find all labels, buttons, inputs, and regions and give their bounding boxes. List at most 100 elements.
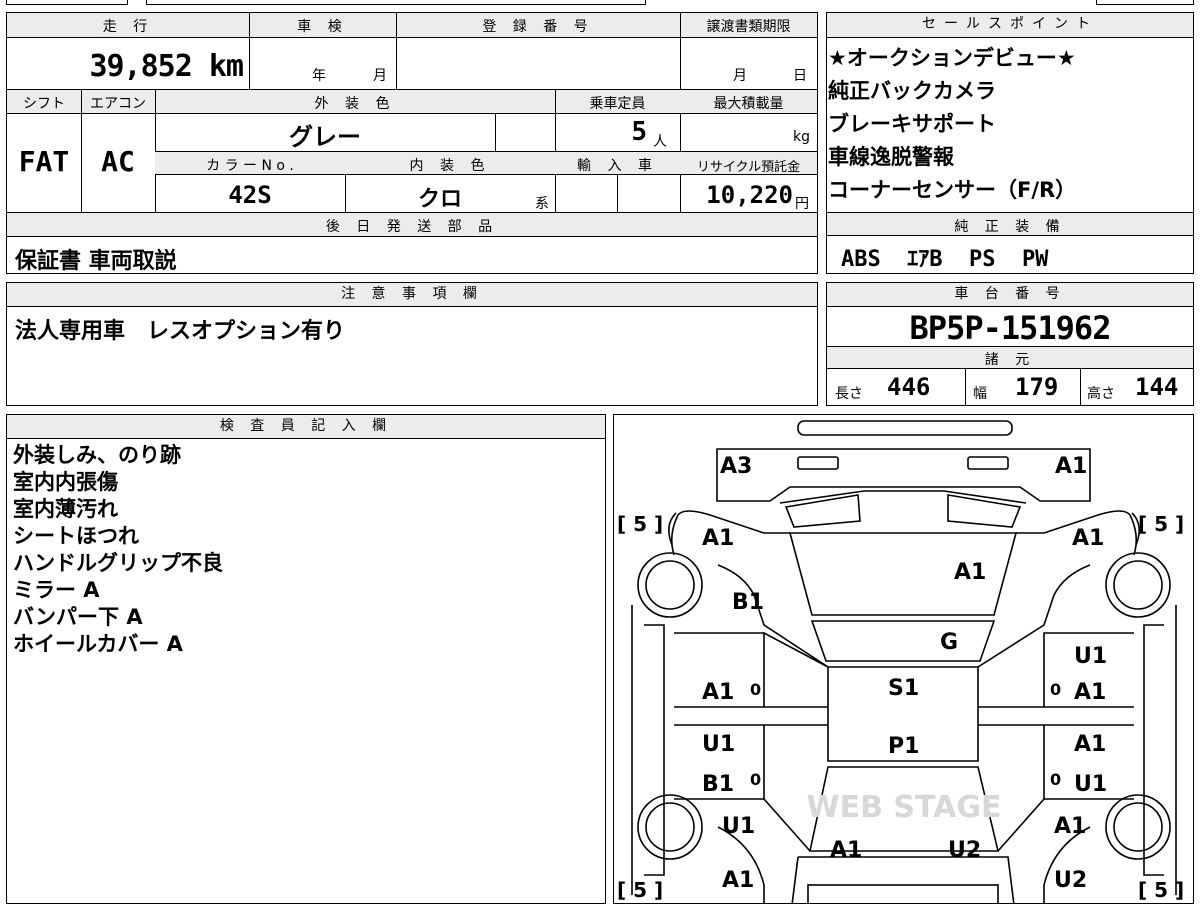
sales-points-header: セールスポイント xyxy=(827,13,1193,38)
mark-front-door-right-top: A1 xyxy=(1074,732,1106,757)
notes-box: 注 意 事 項 欄 法人専用車 レスオプション有り xyxy=(6,282,818,406)
car-diagram-svg: WEB STAGE [ 5 ] [ 5 ] [ 5 ] [ 5 ] A3 A1 … xyxy=(617,420,1184,903)
mark-rear-door-right: A1 xyxy=(1074,680,1106,705)
mark-zero: 0 xyxy=(750,770,761,789)
inspector-line: シートほつれ xyxy=(13,524,139,548)
tire-rear-left: [ 5 ] xyxy=(617,878,663,902)
mark-rear-fender-right: A1 xyxy=(1072,526,1104,551)
inspector-line: ミラー A xyxy=(13,578,100,602)
height-value: 144 xyxy=(1135,373,1179,401)
mark-zero: 0 xyxy=(1050,680,1061,699)
mark-rear-pillar-left: B1 xyxy=(732,590,764,615)
length-label: 長さ xyxy=(835,386,863,402)
width-label: 幅 xyxy=(973,386,987,402)
shift-value: FAT xyxy=(18,145,70,178)
chassis-value: BP5P-151962 xyxy=(909,309,1112,347)
capacity-value: 5 xyxy=(631,117,647,147)
inspector-lines: 外装しみ、のり跡 室内内張傷 室内薄汚れ シートほつれ ハンドルグリップ不良 ミ… xyxy=(13,442,223,658)
mark-front-fender-right: A1 xyxy=(1054,814,1086,839)
deadline-header: 譲渡書類期限 xyxy=(706,19,791,35)
tire-front-left: [ 5 ] xyxy=(617,512,663,536)
mark-front-door-right: U1 xyxy=(1074,772,1107,797)
sales-points-box: セールスポイント ★オークションデビュー★ 純正バックカメラ ブレーキサポート … xyxy=(826,12,1194,274)
info-table: 走 行 車 検 登 録 番 号 譲渡書類期限 39,852 km 年 月 月 日… xyxy=(6,12,818,274)
inspection-header: 車 検 xyxy=(297,19,348,35)
mark-rear-fender-left: A1 xyxy=(702,526,734,551)
mark-front-bumper-right: U2 xyxy=(1054,868,1087,893)
mark-trunk-right: A1 xyxy=(1055,454,1087,479)
mark-trunk-left: A3 xyxy=(720,454,752,479)
specs-header: 諸 元 xyxy=(984,352,1036,368)
inspector-line: 外装しみ、のり跡 xyxy=(13,443,181,467)
interior-color-header: 内 装 色 xyxy=(409,158,491,174)
import-header: 輸 入 車 xyxy=(577,158,658,174)
mark-front-left: A1 xyxy=(830,838,862,863)
deadline-month-label: 月 xyxy=(733,68,747,84)
max-load-header: 最大積載量 xyxy=(713,96,784,112)
sales-points-list: ★オークションデビュー★ 純正バックカメラ ブレーキサポート 車線逸脱警報 コー… xyxy=(828,45,1076,204)
mark-front-fender-left: U1 xyxy=(722,814,755,839)
registration-header: 登 録 番 号 xyxy=(482,19,594,35)
inspector-line: ハンドルグリップ不良 xyxy=(13,551,223,575)
standard-equipment-value: ABS ｴｱB PS PW xyxy=(841,247,1049,272)
car-diagram: WEB STAGE [ 5 ] [ 5 ] [ 5 ] [ 5 ] A3 A1 … xyxy=(613,414,1194,904)
deadline-day-label: 日 xyxy=(793,68,807,84)
shift-header: シフト xyxy=(23,96,65,112)
mark-roof: S1 xyxy=(888,676,919,701)
inspector-line: 室内薄汚れ xyxy=(13,497,118,521)
sales-point-item: 純正バックカメラ xyxy=(828,79,996,103)
sales-point-item: ブレーキサポート xyxy=(828,112,996,136)
exterior-color-header: 外 装 色 xyxy=(314,96,396,112)
chassis-box: 車 台 番 号 BP5P-151962 諸 元 長さ 446 幅 179 高さ … xyxy=(826,282,1194,406)
tire-rear-right: [ 5 ] xyxy=(1138,878,1184,902)
height-label: 高さ xyxy=(1087,386,1115,402)
capacity-header: 乗車定員 xyxy=(589,96,646,112)
mark-hood: P1 xyxy=(888,734,919,759)
chassis-header: 車 台 番 号 xyxy=(827,283,1193,307)
exterior-color-value: グレー xyxy=(289,123,361,151)
interior-color-suffix: 系 xyxy=(535,196,549,212)
mark-front-door-left: B1 xyxy=(702,772,734,797)
interior-color-value: クロ xyxy=(417,187,462,212)
inspector-header: 検 査 員 記 入 欄 xyxy=(7,415,605,439)
later-parts-value: 保証書 車両取説 xyxy=(15,249,177,274)
top-strip xyxy=(6,0,1194,6)
later-parts-header: 後 日 発 送 部 品 xyxy=(325,219,499,235)
sales-point-item: 車線逸脱警報 xyxy=(828,145,954,169)
mark-rear-door-left: A1 xyxy=(702,680,734,705)
sales-point-item: コーナーセンサー（F/R） xyxy=(828,178,1077,202)
standard-equipment-header: 純 正 装 備 xyxy=(954,219,1066,235)
tire-front-right: [ 5 ] xyxy=(1138,512,1184,536)
width-value: 179 xyxy=(1015,373,1059,401)
max-load-unit: kg xyxy=(793,129,810,145)
inspector-box: 検 査 員 記 入 欄 外装しみ、のり跡 室内内張傷 室内薄汚れ シートほつれ … xyxy=(6,414,606,904)
notes-header: 注 意 事 項 欄 xyxy=(7,283,817,307)
inspector-line: 室内内張傷 xyxy=(13,470,118,494)
length-value: 446 xyxy=(887,373,931,401)
inspector-line: バンパー下 A xyxy=(13,605,143,629)
inspection-month-label: 月 xyxy=(373,68,387,84)
mark-front-right: U2 xyxy=(948,838,981,863)
recycle-value: 10,220 xyxy=(706,181,793,209)
watermark-text: WEB STAGE xyxy=(807,790,1002,825)
mark-rear-window: A1 xyxy=(954,560,986,585)
inspection-year-label: 年 xyxy=(312,68,326,84)
mark-zero: 0 xyxy=(1050,770,1061,789)
color-no-value: 42S xyxy=(228,181,272,209)
mark-roof-glass: G xyxy=(940,630,958,655)
mileage-value: 39,852 km xyxy=(89,49,244,84)
mileage-header: 走 行 xyxy=(102,19,154,35)
aircon-value: AC xyxy=(101,145,135,178)
sales-point-item: ★オークションデビュー★ xyxy=(828,46,1076,70)
recycle-header: リサイクル預託金 xyxy=(696,160,801,175)
mark-zero: 0 xyxy=(750,680,761,699)
notes-value: 法人専用車 レスオプション有り xyxy=(15,319,346,344)
mark-front-door-left-top: U1 xyxy=(702,732,735,757)
mark-rear-door-right-top: U1 xyxy=(1074,644,1107,669)
color-no-header: カ ラ ー N o . xyxy=(206,158,294,174)
inspector-line: ホイールカバー A xyxy=(13,632,183,656)
aircon-header: エアコン xyxy=(90,96,146,112)
capacity-unit: 人 xyxy=(653,134,667,150)
mark-front-bumper-left: A1 xyxy=(722,868,754,893)
recycle-unit: 円 xyxy=(795,196,809,212)
